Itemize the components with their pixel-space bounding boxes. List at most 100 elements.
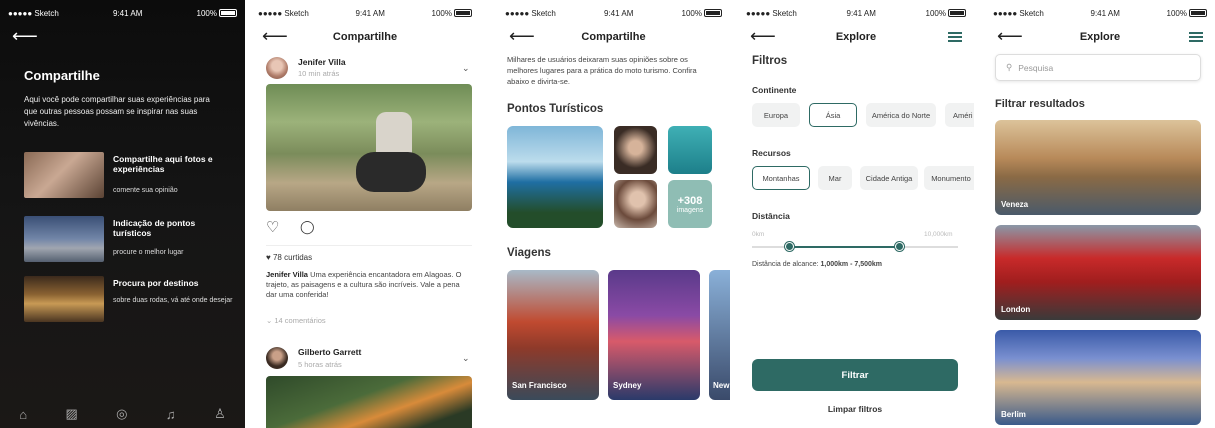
slider-max-handle[interactable] (895, 242, 904, 251)
share-photo-thumbnail (24, 152, 104, 198)
screen-share-intro: ●●●●● Sketch 9:41 AM 100% ⟵ Compartilhe … (0, 0, 245, 428)
post-time: 10 min atrás (298, 69, 340, 78)
chip-america[interactable]: Améri (945, 103, 974, 127)
bottom-nav: ⌂ ▨ ◎ ♫ ♙ (0, 400, 245, 428)
chevron-down-icon[interactable]: ⌄ (462, 353, 470, 364)
screen-tourist-spots: ●●●●● Sketch 9:41 AM 100% ⟵ Compartilhe … (497, 0, 730, 428)
battery-indicator: 100% (682, 9, 722, 18)
results-heading: Filtrar resultados (995, 98, 1085, 110)
list-item-title: Indicação de pontos turísticos (113, 218, 196, 238)
distance-label: Distância (752, 211, 790, 221)
chip-mountains[interactable]: Montanhas (752, 166, 810, 190)
carrier-label: ●●●●● Sketch (505, 8, 556, 18)
page-title: Explore (1079, 31, 1121, 43)
status-bar: ●●●●● Sketch 9:41 AM 100% (738, 0, 974, 26)
list-item-tourist-spots[interactable]: Indicação de pontos turísticos procure o… (24, 216, 239, 264)
location-icon[interactable]: ◎ (116, 406, 127, 422)
clock: 9:41 AM (1090, 8, 1120, 18)
section-title: Viagens (507, 247, 551, 259)
filter-button[interactable]: Filtrar (752, 359, 958, 391)
list-item-subtitle: procure o melhor lugar (113, 249, 184, 256)
filter-settings-icon[interactable] (1189, 30, 1203, 42)
post-author[interactable]: Gilberto Garrett (298, 347, 361, 357)
trip-label: Sydney (613, 381, 642, 390)
list-item-title: Compartilhe aqui fotos e experiências (113, 154, 213, 174)
avatar[interactable] (266, 57, 288, 79)
slider-min-handle[interactable] (785, 242, 794, 251)
battery-indicator: 100% (926, 9, 966, 18)
trip-card[interactable]: San Francisco (507, 270, 599, 400)
city-card-berlim[interactable]: Berlim (995, 330, 1201, 425)
spot-photo[interactable] (614, 180, 657, 228)
battery-indicator: 100% (432, 9, 472, 18)
screen-feed: ●●●●● Sketch 9:41 AM 100% ⟵ Compartilhe … (250, 0, 480, 428)
chip-sea[interactable]: Mar (818, 166, 852, 190)
continent-label: Continente (752, 85, 797, 95)
city-label: Veneza (1001, 200, 1029, 209)
chip-monument[interactable]: Monumento (924, 166, 974, 190)
range-max-label: 10,000km (924, 231, 953, 238)
chip-asia[interactable]: Ásia (809, 103, 857, 127)
chevron-down-icon[interactable]: ⌄ (462, 63, 470, 74)
page-title: Compartilhe (581, 31, 646, 43)
back-arrow-icon[interactable]: ⟵ (12, 27, 38, 45)
clock: 9:41 AM (113, 8, 143, 18)
list-item-destinations[interactable]: Procura por destinos sobre duas rodas, v… (24, 276, 239, 324)
trip-label: New (713, 381, 730, 390)
likes-count: ♥ 78 curtidas (266, 253, 313, 262)
status-bar: ●●●●● Sketch 9:41 AM 100% (250, 0, 480, 26)
more-images-tile[interactable]: +308 imagens (668, 180, 712, 228)
heart-icon[interactable]: ♡ (266, 218, 279, 236)
distance-slider-range (789, 246, 899, 248)
notification-icon[interactable]: ♫ (166, 407, 176, 422)
page-title: Compartilhe (24, 68, 100, 83)
chip-north-america[interactable]: América do Norte (866, 103, 936, 127)
destination-thumbnail (24, 276, 104, 322)
spot-photo[interactable] (614, 126, 657, 174)
battery-indicator: 100% (197, 9, 237, 18)
post-caption: Jenifer Villa Uma experiência encantador… (266, 270, 462, 299)
comments-link[interactable]: ⌄ 14 comentários (266, 316, 326, 325)
chip-europa[interactable]: Europa (752, 103, 800, 127)
carrier-label: ●●●●● Sketch (258, 8, 309, 18)
range-summary: Distância de alcance: 1,000km - 7,500km (752, 261, 882, 268)
page-description: Aqui você pode compartilhar suas experiê… (24, 95, 210, 128)
resources-label: Recursos (752, 148, 791, 158)
page-title: Compartilhe (332, 31, 398, 43)
spot-photo-beach[interactable] (507, 126, 603, 228)
carrier-label: ●●●●● Sketch (993, 8, 1044, 18)
search-input[interactable]: ⚲ Pesquisa (995, 54, 1201, 81)
tourist-spot-thumbnail (24, 216, 104, 262)
spot-photo[interactable] (668, 126, 712, 174)
list-item-title: Procura por destinos (113, 278, 199, 288)
post-time: 5 horas atrás (298, 360, 342, 369)
comment-icon[interactable]: ◯ (300, 219, 315, 235)
status-bar: ●●●●● Sketch 9:41 AM 100% (985, 0, 1215, 26)
status-bar: ●●●●● Sketch 9:41 AM 100% (497, 0, 730, 26)
city-card-veneza[interactable]: Veneza (995, 120, 1201, 215)
list-item-subtitle: sobre duas rodas, vá até onde desejar (113, 297, 233, 304)
status-bar: ●●●●● Sketch 9:41 AM 100% (0, 0, 245, 26)
screen-filters: ●●●●● Sketch 9:41 AM 100% ⟵ Explore Filt… (738, 0, 974, 428)
filters-heading: Filtros (752, 55, 788, 67)
range-min-label: 0km (752, 231, 765, 238)
divider (266, 245, 472, 246)
trip-card[interactable]: Sydney (608, 270, 700, 400)
city-card-london[interactable]: London (995, 225, 1201, 320)
post-author[interactable]: Jenifer Villa (298, 57, 346, 67)
trip-card[interactable]: New (709, 270, 730, 400)
filter-settings-icon[interactable] (948, 30, 962, 42)
city-label: London (1001, 305, 1031, 314)
clock: 9:41 AM (846, 8, 876, 18)
post-photo[interactable] (266, 84, 472, 211)
gallery-icon[interactable]: ▨ (65, 406, 77, 422)
profile-icon[interactable]: ♙ (214, 406, 226, 422)
screen-explore-results: ●●●●● Sketch 9:41 AM 100% ⟵ Explore ⚲ Pe… (985, 0, 1215, 428)
avatar[interactable] (266, 347, 288, 369)
list-item-share[interactable]: Compartilhe aqui fotos e experiências co… (24, 152, 239, 200)
clear-filters-button[interactable]: Limpar filtros (752, 404, 958, 414)
home-icon[interactable]: ⌂ (19, 407, 27, 422)
post-photo[interactable] (266, 376, 472, 428)
chip-ancient-city[interactable]: Cidade Antiga (860, 166, 918, 190)
city-label: Berlim (1001, 410, 1026, 419)
